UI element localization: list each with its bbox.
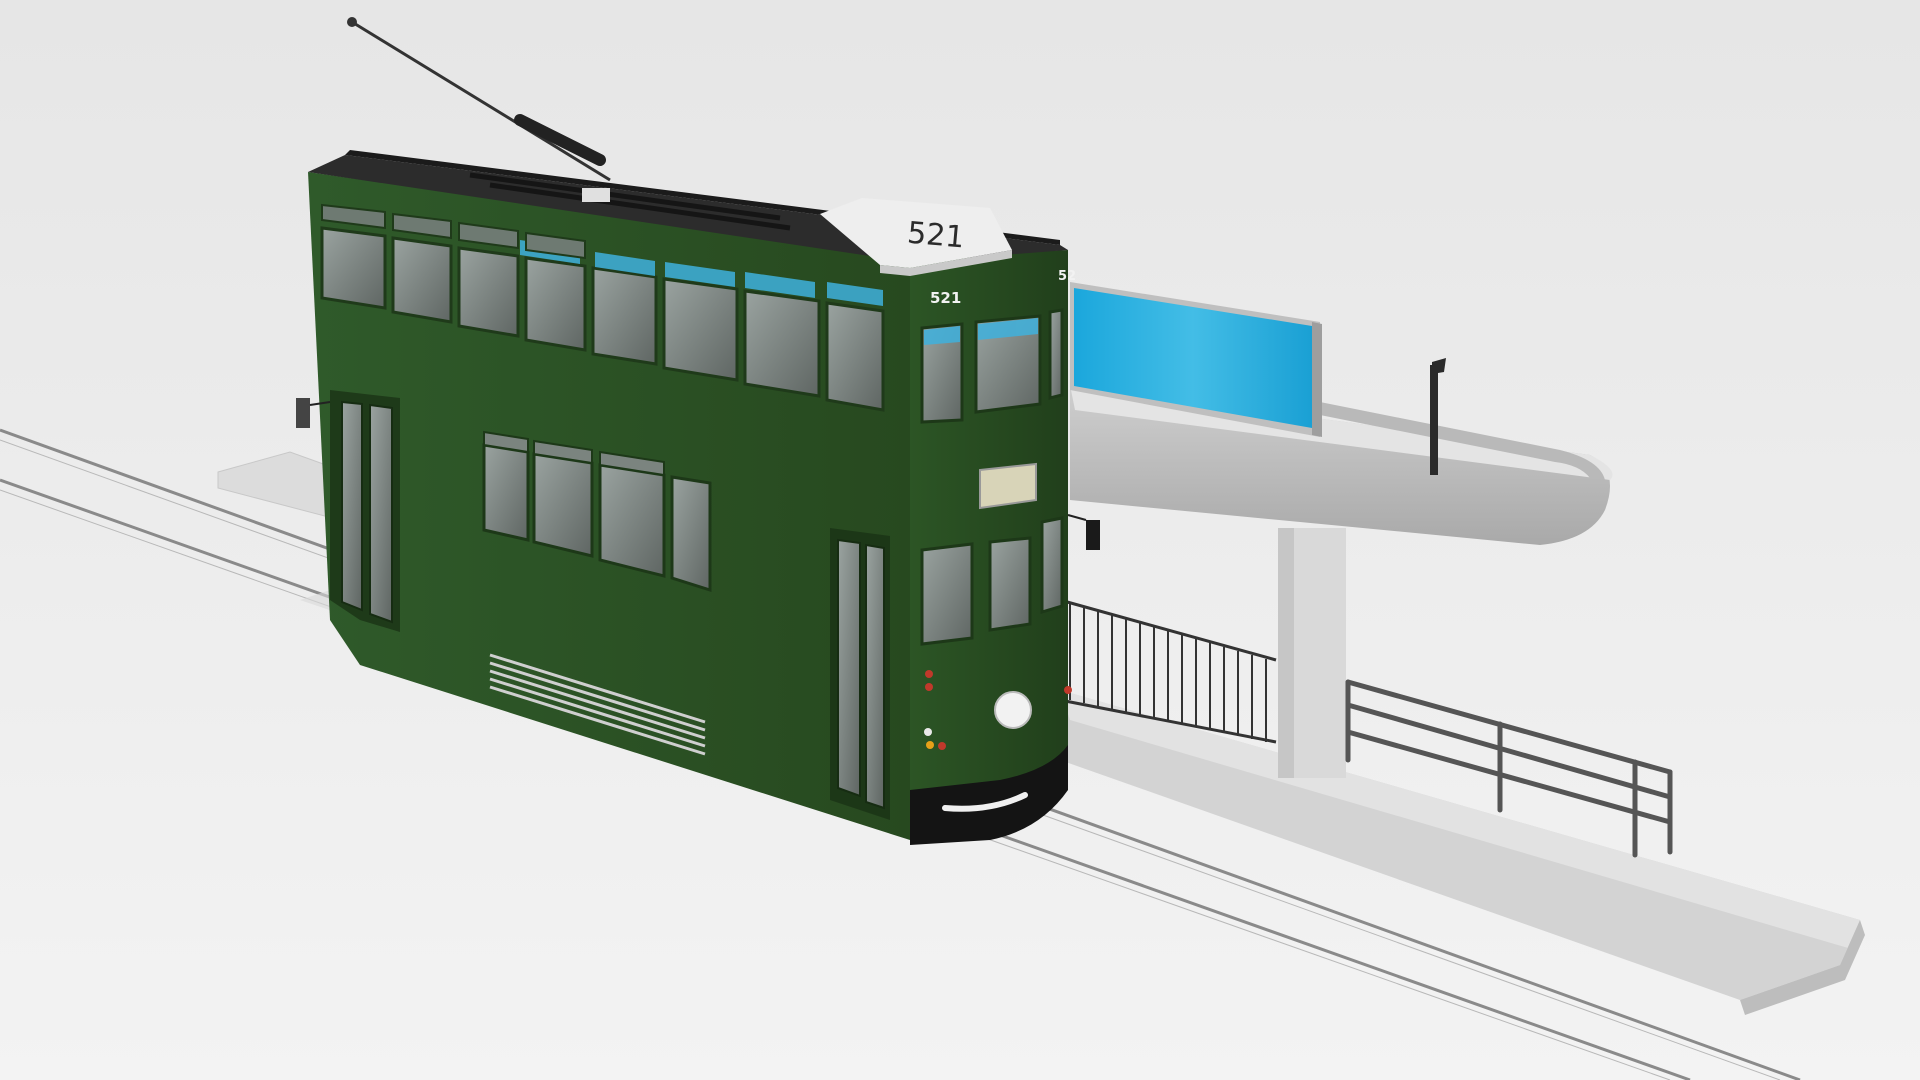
roof-route-number: 521 xyxy=(906,216,966,256)
shelter-column xyxy=(1278,528,1346,778)
corner-fleet-number: 52 xyxy=(1058,269,1076,284)
front-door xyxy=(830,528,890,820)
destination-display xyxy=(979,462,1037,510)
rear-door xyxy=(330,390,400,632)
tram-stop-scene: 521 521 52 xyxy=(0,0,1920,1080)
front-fleet-number: 521 xyxy=(930,289,961,307)
headlight xyxy=(994,691,1032,729)
